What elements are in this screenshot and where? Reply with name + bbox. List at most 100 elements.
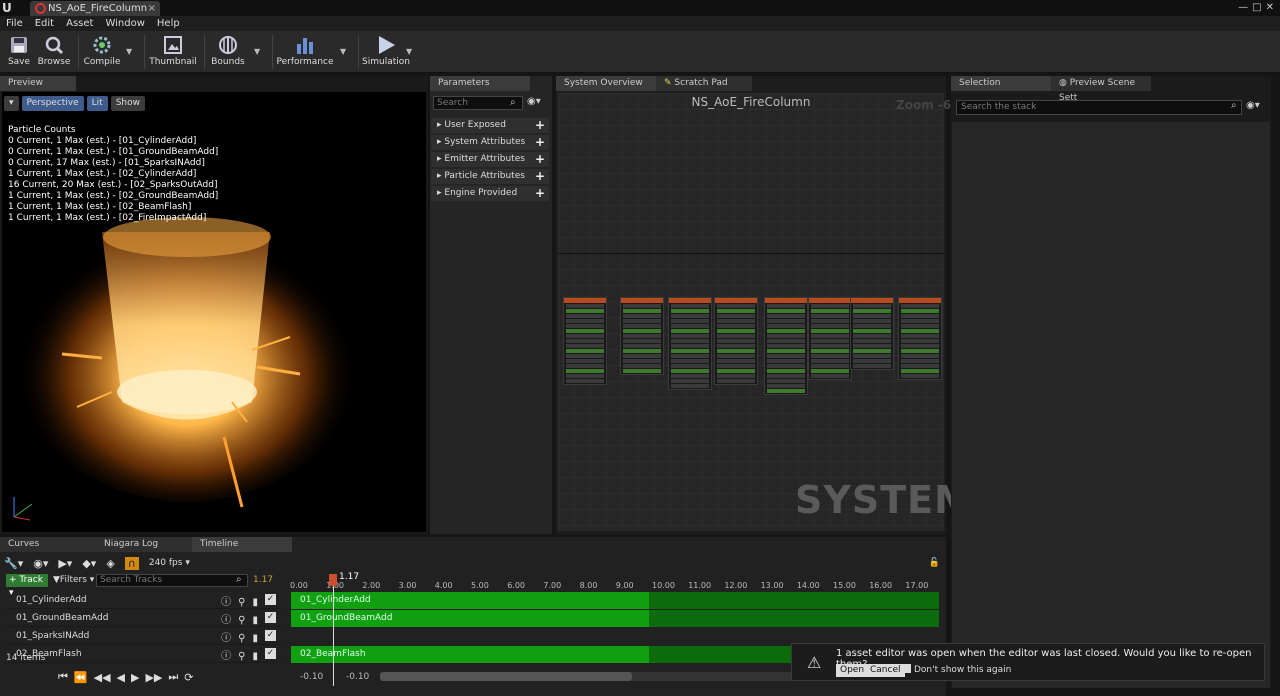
add-track-button[interactable]: + Track ▾	[6, 574, 48, 598]
timeline-scrollbar-thumb[interactable]	[380, 672, 632, 681]
playhead-handle[interactable]	[329, 574, 337, 586]
emitter-node[interactable]	[764, 297, 808, 395]
previous-frame-icon[interactable]: ◀◀	[94, 671, 111, 684]
save-button[interactable]: Save	[6, 33, 32, 71]
open-button[interactable]: Open	[836, 664, 869, 677]
warning-icon: ⚠	[807, 653, 822, 672]
emitter-node[interactable]	[620, 297, 664, 375]
playback-options-play-icon[interactable]: ▶▾	[58, 557, 72, 570]
magnet-icon[interactable]: ∩	[124, 556, 139, 570]
tab-timeline[interactable]: Timeline	[192, 537, 292, 552]
timeline-scrollbar[interactable]	[380, 672, 800, 681]
param-category-system-attributes[interactable]: ▸ System Attributes +	[431, 135, 549, 150]
keyframe-icon[interactable]: ◆▾	[82, 557, 96, 570]
tab-preview[interactable]: Preview	[0, 76, 76, 91]
add-parameter-icon[interactable]: +	[535, 152, 545, 167]
menu-window[interactable]: Window	[99, 16, 150, 31]
menu-edit[interactable]: Edit	[29, 16, 60, 31]
emitter-timeline-bar[interactable]: 02_BeamFlash	[291, 646, 791, 663]
document-tab[interactable]: NS_AoE_FireColumn ×	[30, 1, 160, 16]
performance-button[interactable]: Performance	[276, 33, 334, 71]
emitter-node[interactable]	[808, 297, 852, 380]
performance-options-chevron-icon[interactable]: ▼	[340, 47, 346, 56]
emitter-module-row	[566, 379, 604, 383]
thumbnail-button[interactable]: Thumbnail	[149, 33, 197, 71]
track-row[interactable]: 02_BeamFlash ⓘ ⚲ ▮ ✓	[4, 645, 282, 663]
simulation-options-chevron-icon[interactable]: ▼	[406, 47, 412, 56]
bounds-options-chevron-icon[interactable]: ▼	[254, 47, 260, 56]
perspective-button[interactable]: Perspective	[21, 95, 84, 111]
lit-button[interactable]: Lit	[86, 95, 108, 111]
track-row[interactable]: 01_CylinderAdd ⓘ ⚲ ▮ ✓	[4, 591, 282, 609]
close-window-button[interactable]: ✕	[1266, 2, 1274, 13]
browse-button[interactable]: Browse	[38, 33, 70, 71]
param-category-engine-provided[interactable]: ▸ Engine Provided +	[431, 186, 549, 201]
menu-file[interactable]: File	[0, 16, 29, 31]
pin-icon[interactable]: ⚲	[238, 648, 245, 666]
viewport-options-chevron-icon[interactable]: ▾	[4, 95, 19, 111]
tab-system-overview[interactable]: System Overview	[556, 76, 656, 91]
add-parameter-icon[interactable]: +	[535, 135, 545, 150]
play-reverse-icon[interactable]: ◀	[117, 671, 125, 684]
minimize-button[interactable]: —	[1238, 2, 1248, 13]
emitter-node[interactable]	[714, 297, 758, 385]
add-parameter-icon[interactable]: +	[535, 186, 545, 201]
track-row[interactable]: 01_GroundBeamAdd ⓘ ⚲ ▮ ✓	[4, 609, 282, 627]
compile-button[interactable]: Compile	[84, 33, 120, 71]
menu-asset[interactable]: Asset	[60, 16, 99, 31]
enable-checkbox[interactable]: ✓	[265, 612, 276, 623]
play-icon[interactable]: ▶	[131, 671, 139, 684]
loop-icon[interactable]: ⟳	[184, 671, 193, 684]
tab-parameters[interactable]: Parameters	[430, 76, 530, 91]
dont-show-again-checkbox[interactable]: Don't show this again	[902, 664, 1011, 677]
simulation-button[interactable]: Simulation	[362, 33, 410, 71]
enable-checkbox[interactable]: ✓	[265, 630, 276, 641]
next-frame-icon[interactable]: ▶▶	[145, 671, 162, 684]
emitter-node[interactable]	[850, 297, 894, 370]
view-options-eye-icon[interactable]: ◉▾	[1246, 100, 1260, 111]
tab-selection[interactable]: Selection	[951, 76, 1051, 91]
wrench-icon[interactable]: 🔧▾	[4, 557, 23, 570]
time-ruler[interactable]: 0.001.002.003.004.005.006.007.008.009.00…	[290, 581, 942, 591]
tab-niagara-log[interactable]: Niagara Log	[96, 537, 192, 552]
range-start-value[interactable]: -0.10	[300, 672, 323, 682]
jump-to-end-icon[interactable]: ⏭	[168, 670, 178, 684]
view-options-eye-icon[interactable]: ◉▾	[33, 557, 48, 570]
jump-to-start-icon[interactable]: ⏮	[58, 670, 68, 684]
emitter-timeline-bar[interactable]: 01_GroundBeamAdd	[291, 610, 939, 627]
snap-icon[interactable]: ◈	[106, 557, 114, 570]
maximize-button[interactable]: □	[1252, 2, 1261, 13]
tab-curves[interactable]: Curves	[0, 537, 96, 552]
filters-button[interactable]: ▼Filters ▾	[53, 574, 94, 587]
show-button[interactable]: Show	[110, 95, 145, 111]
stack-search-input[interactable]: Search the stack	[956, 100, 1242, 115]
view-options-eye-icon[interactable]: ◉▾	[527, 96, 541, 107]
search-tracks-input[interactable]: Search Tracks	[96, 574, 248, 587]
param-category-user-exposed[interactable]: ▸ User Exposed +	[431, 118, 549, 133]
emitter-node[interactable]	[563, 297, 607, 385]
info-icon[interactable]: ⓘ	[221, 648, 231, 666]
tab-preview-scene-settings[interactable]: ◍ Preview Scene Sett	[1051, 76, 1151, 103]
compile-options-chevron-icon[interactable]: ▼	[126, 47, 132, 56]
param-category-emitter-attributes[interactable]: ▸ Emitter Attributes +	[431, 152, 549, 167]
close-tab-icon[interactable]: ×	[148, 1, 156, 16]
step-back-icon[interactable]: ⏪	[74, 671, 88, 684]
add-parameter-icon[interactable]: +	[535, 118, 545, 133]
emitter-module-row	[853, 349, 891, 353]
emitter-node[interactable]	[898, 297, 942, 380]
enable-checkbox[interactable]: ✓	[265, 594, 276, 605]
menu-help[interactable]: Help	[151, 16, 186, 31]
bounds-button[interactable]: Bounds	[210, 33, 246, 71]
emitter-node[interactable]	[668, 297, 712, 390]
param-category-particle-attributes[interactable]: ▸ Particle Attributes +	[431, 169, 549, 184]
track-row[interactable]: 01_SparksINAdd ⓘ ⚲ ▮ ✓	[4, 627, 282, 645]
emitter-timeline-bar[interactable]: 01_CylinderAdd	[291, 592, 939, 609]
enable-checkbox[interactable]: ✓	[265, 648, 276, 659]
fps-select[interactable]: 240 fps ▾	[149, 558, 190, 568]
add-parameter-icon[interactable]: +	[535, 169, 545, 184]
tab-scratch-pad[interactable]: ✎ Scratch Pad	[656, 76, 752, 91]
range-end-value[interactable]: -0.10	[346, 672, 369, 682]
lock-icon[interactable]: 🔓	[929, 558, 940, 568]
solo-icon[interactable]: ▮	[252, 648, 258, 666]
cancel-button[interactable]: Cancel	[866, 664, 905, 677]
